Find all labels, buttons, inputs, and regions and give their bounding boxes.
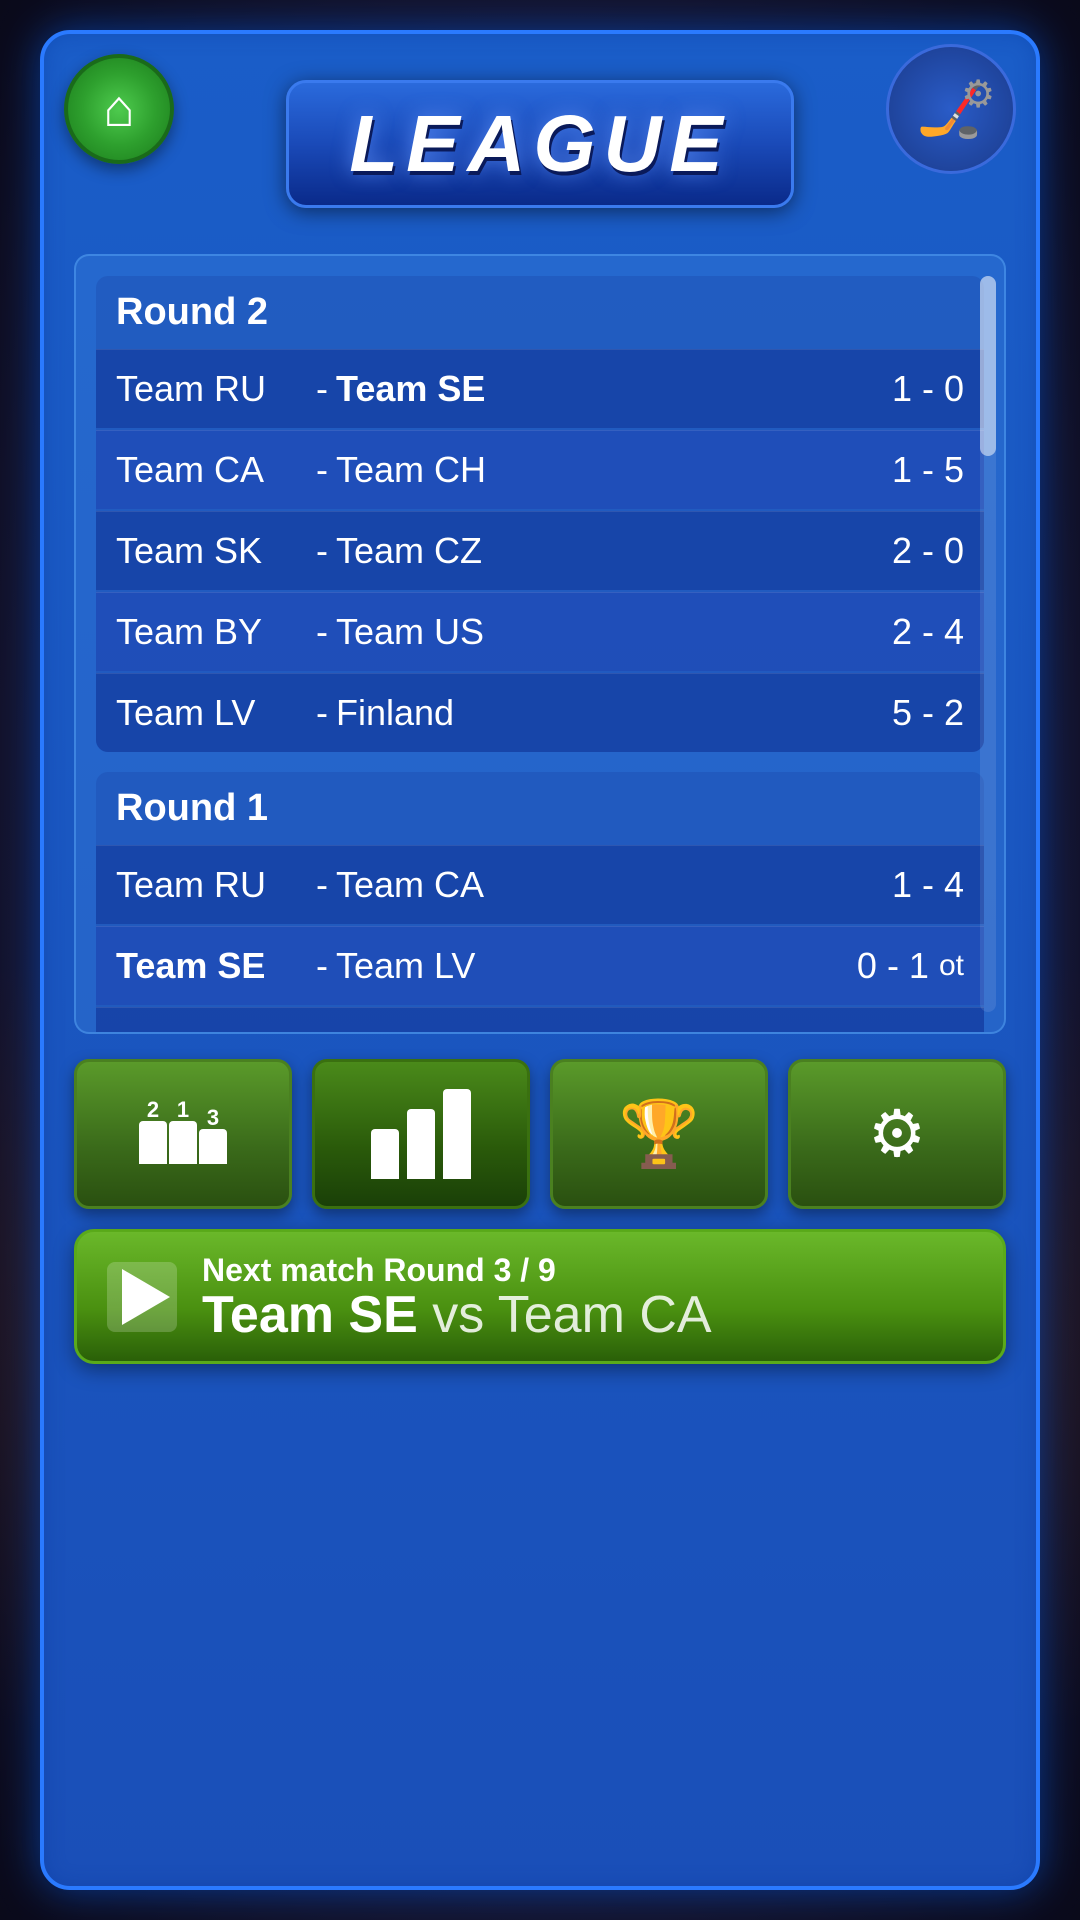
table-row: Team SE - Team LV 0 - 1 ot	[96, 926, 984, 1005]
team-home: Team CA	[116, 449, 316, 491]
home-icon: ⌂	[103, 79, 134, 139]
league-banner: LEAGUE	[286, 80, 793, 208]
table-row: Finland - Team BY 2 - 0	[96, 1007, 984, 1034]
score: 1 - 0	[864, 368, 964, 410]
bar-3	[443, 1089, 471, 1179]
scrollbar[interactable]	[980, 276, 996, 1012]
score: 5 - 2	[864, 692, 964, 734]
dash: -	[316, 449, 328, 491]
table-row: Team SK - Team CZ 2 - 0	[96, 511, 984, 590]
team-away: Finland	[336, 692, 864, 734]
score: 1 - 4	[864, 864, 964, 906]
ot-label: ot	[939, 949, 964, 983]
scrollbar-thumb[interactable]	[980, 276, 996, 456]
table-row: Team CA - Team CH 1 - 5	[96, 430, 984, 509]
dash: -	[316, 864, 328, 906]
stats-button[interactable]	[312, 1059, 530, 1209]
table-row: Team RU - Team CA 1 - 4	[96, 845, 984, 924]
next-match-label: Next match Round 3 / 9	[202, 1252, 712, 1289]
play-button[interactable]	[107, 1262, 177, 1332]
round-2-header: Round 2	[96, 276, 984, 349]
bar-2	[407, 1109, 435, 1179]
table-row: Team RU - Team SE 1 - 0	[96, 349, 984, 428]
next-match-button[interactable]: Next match Round 3 / 9 Team SE vs Team C…	[74, 1229, 1006, 1364]
table-row: Team BY - Team US 2 - 4	[96, 592, 984, 671]
team-away: Team SE	[336, 368, 864, 410]
dash: -	[316, 530, 328, 572]
team-home: Team BY	[116, 611, 316, 653]
league-title: LEAGUE	[349, 98, 730, 190]
standings-button[interactable]: 2 1 3	[74, 1059, 292, 1209]
table-row: Team LV - Finland 5 - 2	[96, 673, 984, 752]
settings-header-button[interactable]: 🏒 ⚙	[886, 44, 1016, 174]
dash: -	[316, 368, 328, 410]
dash: -	[316, 1026, 328, 1034]
next-match-vs: vs	[432, 1286, 498, 1344]
round-1-section: Round 1 Team RU - Team CA 1 - 4 Team SE …	[96, 772, 984, 1034]
bar-1	[371, 1129, 399, 1179]
next-match-home-team: Team SE	[202, 1286, 418, 1344]
team-away: Team CA	[336, 864, 864, 906]
round-1-header: Round 1	[96, 772, 984, 845]
round-2-section: Round 2 Team RU - Team SE 1 - 0 Team CA …	[96, 276, 984, 752]
team-away: Team US	[336, 611, 864, 653]
dash: -	[316, 945, 328, 987]
score: 2 - 0	[864, 530, 964, 572]
score: 0 - 1	[829, 945, 929, 987]
match-history-panel: Round 2 Team RU - Team SE 1 - 0 Team CA …	[74, 254, 1006, 1034]
team-home: Team RU	[116, 368, 316, 410]
home-button[interactable]: ⌂	[64, 54, 174, 164]
score: 2 - 4	[864, 611, 964, 653]
main-panel: ⌂ LEAGUE 🏒 ⚙ Round 2 Team RU - Team SE 1…	[40, 30, 1040, 1890]
team-away: Team CH	[336, 449, 864, 491]
team-home: Team RU	[116, 864, 316, 906]
score: 2 - 0	[864, 1026, 964, 1034]
trophy-button[interactable]: 🏆	[550, 1059, 768, 1209]
team-away: Team CZ	[336, 530, 864, 572]
score: 1 - 5	[864, 449, 964, 491]
dash: -	[316, 692, 328, 734]
next-match-away-team: Team CA	[498, 1286, 712, 1344]
team-home: Finland	[116, 1026, 316, 1034]
settings-button[interactable]: ⚙	[788, 1059, 1006, 1209]
next-match-info: Next match Round 3 / 9 Team SE vs Team C…	[202, 1252, 712, 1341]
bar-chart-icon	[371, 1089, 471, 1179]
team-home: Team SE	[116, 945, 316, 987]
play-icon	[122, 1269, 170, 1325]
gear-settings-icon: ⚙	[868, 1096, 926, 1172]
next-match-teams: Team SE vs Team CA	[202, 1289, 712, 1341]
action-buttons: 2 1 3	[74, 1059, 1006, 1209]
dash: -	[316, 611, 328, 653]
team-home: Team LV	[116, 692, 316, 734]
gear-icon: ⚙	[961, 72, 995, 117]
team-away: Team LV	[336, 945, 829, 987]
team-home: Team SK	[116, 530, 316, 572]
header: ⌂ LEAGUE 🏒 ⚙	[44, 34, 1036, 254]
trophy-icon: 🏆	[619, 1096, 700, 1172]
team-away: Team BY	[336, 1026, 864, 1034]
